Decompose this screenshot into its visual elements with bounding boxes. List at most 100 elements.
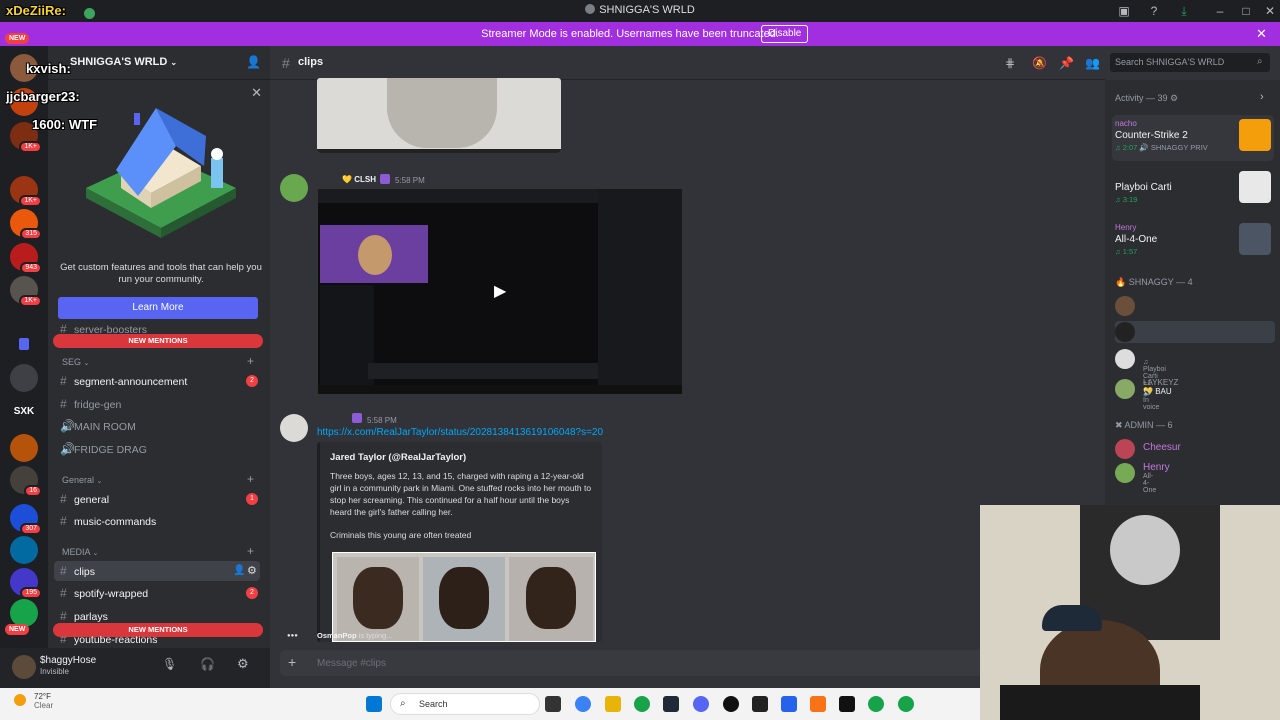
- server-icon[interactable]: 315: [10, 209, 42, 240]
- server-name[interactable]: SHNIGGA'S WRLD ⌄: [70, 56, 177, 68]
- emote-icon: [84, 8, 95, 19]
- headphones-icon[interactable]: 🎧: [200, 657, 215, 671]
- channel-fridge-drag[interactable]: 🔊FRIDGE DRAG: [60, 439, 147, 459]
- minimize-icon[interactable]: –: [1212, 3, 1228, 19]
- avatar[interactable]: [280, 174, 308, 202]
- discord-icon[interactable]: [693, 696, 709, 712]
- server-icon[interactable]: 16: [10, 466, 42, 497]
- search-input[interactable]: Search SHNIGGA'S WRLD: [1110, 53, 1270, 72]
- search-icon: ⌕: [400, 698, 406, 709]
- maximize-icon[interactable]: □: [1238, 3, 1254, 19]
- embed-author[interactable]: Jared Taylor (@RealJarTaylor): [330, 452, 466, 463]
- server-icon[interactable]: [10, 536, 38, 564]
- channel-general[interactable]: # general: [60, 489, 109, 509]
- avatar[interactable]: [12, 655, 36, 679]
- task-view-icon[interactable]: [545, 696, 561, 712]
- invite-icon[interactable]: 👤: [233, 565, 245, 576]
- close-icon[interactable]: ✕: [251, 85, 262, 101]
- avatar[interactable]: [280, 414, 308, 442]
- avatar: [1115, 349, 1135, 369]
- chevron-right-icon[interactable]: ›: [1260, 91, 1264, 103]
- folder-icon[interactable]: [19, 338, 29, 350]
- server-icon[interactable]: [10, 364, 38, 392]
- category-seg[interactable]: SEG ⌄: [62, 357, 89, 367]
- play-icon[interactable]: ▶: [494, 281, 506, 301]
- copilot-icon[interactable]: [575, 696, 591, 712]
- embed-body: Three boys, ages 12, 13, and 15, charged…: [330, 471, 592, 517]
- download-icon[interactable]: ⤓: [1176, 3, 1192, 19]
- brave-icon[interactable]: [810, 696, 826, 712]
- add-channel-icon[interactable]: +: [247, 472, 254, 486]
- threads-icon[interactable]: ⋕: [1005, 56, 1015, 70]
- message-link[interactable]: https://x.com/RealJarTaylor/status/20281…: [317, 427, 603, 438]
- close-window-icon[interactable]: ✕: [1262, 3, 1278, 19]
- app-icon[interactable]: [839, 696, 855, 712]
- activity-card[interactable]: Playboi Carti ♫ 3:19: [1112, 167, 1274, 213]
- channel-segment-announcement[interactable]: # segment-announcement: [60, 371, 187, 391]
- channel-spotify-wrapped[interactable]: # spotify-wrapped: [60, 583, 148, 603]
- app-icon[interactable]: [781, 696, 797, 712]
- banner-message: Streamer Mode is enabled. Usernames have…: [481, 28, 779, 40]
- server-icon[interactable]: 195: [10, 568, 42, 599]
- username[interactable]: $haggyHose: [40, 655, 96, 666]
- member-item[interactable]: [1115, 321, 1275, 343]
- taskbar-search[interactable]: Search: [390, 693, 540, 715]
- new-mentions-banner[interactable]: NEW MENTIONS: [53, 623, 263, 637]
- notification-bell-icon[interactable]: 🔕: [1032, 56, 1047, 70]
- channel-main-room[interactable]: 🔊MAIN ROOM: [60, 416, 136, 436]
- start-button[interactable]: [366, 696, 382, 712]
- steam-icon[interactable]: [663, 696, 679, 712]
- channel-music-commands[interactable]: # music-commands: [60, 511, 156, 531]
- chrome-icon[interactable]: [634, 696, 650, 712]
- taskbar: 72°F Clear Search ⌕: [0, 688, 980, 720]
- server-icon[interactable]: 1K+: [10, 276, 42, 307]
- chrome-icon[interactable]: [898, 696, 914, 712]
- close-icon[interactable]: ✕: [1256, 26, 1267, 42]
- microphone-icon[interactable]: 🎙: [162, 657, 177, 671]
- boost-description: Get custom features and tools that can h…: [60, 262, 262, 285]
- streamer-mode-banner: Streamer Mode is enabled. Usernames have…: [0, 22, 1280, 46]
- category-media[interactable]: MEDIA ⌄: [62, 547, 98, 557]
- hashtag-icon: #: [282, 55, 290, 71]
- message-input[interactable]: Message #clips: [317, 658, 386, 669]
- server-icon[interactable]: 943: [10, 243, 42, 274]
- channel-clips[interactable]: # clips: [54, 561, 260, 581]
- learn-more-button[interactable]: Learn More: [58, 297, 258, 319]
- album-art-icon: [1239, 223, 1271, 255]
- server-icon[interactable]: [10, 599, 38, 627]
- image-attachment[interactable]: [317, 78, 561, 153]
- role-icon: [380, 174, 390, 184]
- file-explorer-icon[interactable]: [605, 696, 621, 712]
- activity-card[interactable]: Henry All-4-One ♫ 1:57: [1112, 219, 1274, 265]
- pin-icon[interactable]: 📌: [1059, 56, 1074, 70]
- message-composer[interactable]: + Message #clips: [280, 650, 985, 676]
- new-mentions-banner[interactable]: NEW MENTIONS: [53, 334, 263, 348]
- avatar: [1115, 463, 1135, 483]
- activity-card[interactable]: nacho Counter-Strike 2 ♫ 2:07 🔊 SHNAGGY …: [1112, 115, 1274, 161]
- video-attachment[interactable]: ▶: [317, 188, 683, 395]
- message-author[interactable]: 💛 CLSH: [342, 175, 376, 184]
- invite-icon[interactable]: 👤: [246, 55, 261, 69]
- app-icon[interactable]: [723, 696, 739, 712]
- server-icon[interactable]: 1K+: [10, 176, 42, 207]
- inbox-icon[interactable]: ▣: [1116, 3, 1132, 19]
- server-icon-sxk[interactable]: SXK: [10, 398, 38, 426]
- member-list-icon[interactable]: 👥: [1085, 56, 1100, 70]
- embed-image[interactable]: [332, 552, 596, 642]
- add-channel-icon[interactable]: +: [247, 354, 254, 368]
- user-settings-icon[interactable]: ⚙: [237, 656, 249, 672]
- house-illustration: [86, 108, 236, 238]
- channel-youtube-reactions[interactable]: # youtube-reactions: [60, 636, 157, 646]
- attach-plus-icon[interactable]: +: [288, 654, 296, 670]
- help-icon[interactable]: ?: [1146, 3, 1162, 19]
- chrome-icon[interactable]: [868, 696, 884, 712]
- add-channel-icon[interactable]: +: [247, 544, 254, 558]
- server-icon[interactable]: 307: [10, 504, 42, 535]
- channel-fridge-gen[interactable]: # fridge-gen: [60, 394, 121, 414]
- settings-gear-icon[interactable]: ⚙: [247, 564, 257, 577]
- server-icon[interactable]: [10, 434, 38, 462]
- disable-button[interactable]: Disable: [761, 25, 809, 43]
- category-general[interactable]: General ⌄: [62, 475, 102, 485]
- app-icon[interactable]: [752, 696, 768, 712]
- speaker-icon: 🔊: [60, 442, 75, 456]
